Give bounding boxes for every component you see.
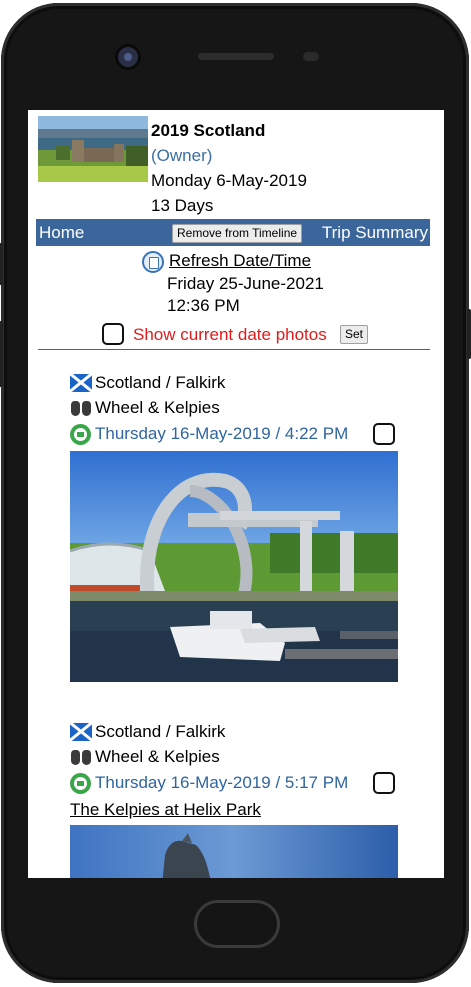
trip-title[interactable]: 2019 Scotland <box>151 118 307 143</box>
scotland-flag-icon <box>70 374 92 392</box>
volume-up-button <box>0 243 3 285</box>
show-current-label[interactable]: Show current date photos <box>133 324 327 346</box>
nav-bar: Home Remove from Timeline Trip Summary <box>36 219 430 246</box>
calendar-icon[interactable] <box>142 251 164 273</box>
trip-duration: 13 Days <box>151 196 214 215</box>
power-button <box>467 309 471 359</box>
scotland-flag-icon <box>70 723 92 741</box>
location-text: Scotland / Falkirk <box>95 373 226 392</box>
trip-thumbnail[interactable] <box>38 116 148 182</box>
trip-start-date: Monday 6-May-2019 <box>151 171 307 190</box>
photo-kelpies[interactable] <box>70 825 398 878</box>
volume-down-button <box>0 321 3 387</box>
entry-select-checkbox[interactable] <box>373 423 395 445</box>
home-link[interactable]: Home <box>39 222 84 243</box>
photo-entry: Scotland / Falkirk Wheel & Kelpies Thurs… <box>70 371 400 683</box>
remove-from-timeline-button[interactable]: Remove from Timeline <box>172 224 303 243</box>
go-arrow-icon[interactable] <box>70 773 91 794</box>
refresh-datetime-link[interactable]: Refresh Date/Time <box>169 250 311 272</box>
trip-summary-link[interactable]: Trip Summary <box>322 222 428 243</box>
proximity-sensor <box>303 52 319 61</box>
place-text: Wheel & Kelpies <box>95 747 220 766</box>
trip-owner-role: (Owner) <box>151 146 213 165</box>
go-arrow-icon[interactable] <box>70 424 91 445</box>
place-text: Wheel & Kelpies <box>95 398 220 417</box>
photo-falkirk-wheel[interactable] <box>70 451 398 682</box>
earpiece-speaker <box>198 53 274 60</box>
show-current-checkbox[interactable] <box>102 323 124 345</box>
show-current-date-row: Show current date photos Set <box>102 322 402 348</box>
set-button[interactable]: Set <box>340 325 369 344</box>
photo-caption-link[interactable]: The Kelpies at Helix Park <box>70 798 261 822</box>
entry-select-checkbox[interactable] <box>373 772 395 794</box>
refresh-date: Friday 25-June-2021 <box>167 274 324 293</box>
location-text: Scotland / Falkirk <box>95 722 226 741</box>
photo-datetime-link[interactable]: Thursday 16-May-2019 / 4:22 PM <box>95 422 348 446</box>
divider <box>38 349 430 350</box>
binoculars-icon <box>70 748 92 766</box>
photo-datetime-link[interactable]: Thursday 16-May-2019 / 5:17 PM <box>95 771 348 795</box>
refresh-time: 12:36 PM <box>167 296 240 315</box>
binoculars-icon <box>70 399 92 417</box>
front-camera <box>118 47 138 67</box>
home-button[interactable] <box>194 900 280 948</box>
photo-entry: Scotland / Falkirk Wheel & Kelpies Thurs… <box>70 720 400 878</box>
trip-header: 2019 Scotland (Owner) Monday 6-May-2019 … <box>38 116 438 216</box>
trip-info: 2019 Scotland (Owner) Monday 6-May-2019 … <box>151 118 307 218</box>
app-screen: 2019 Scotland (Owner) Monday 6-May-2019 … <box>28 110 444 878</box>
